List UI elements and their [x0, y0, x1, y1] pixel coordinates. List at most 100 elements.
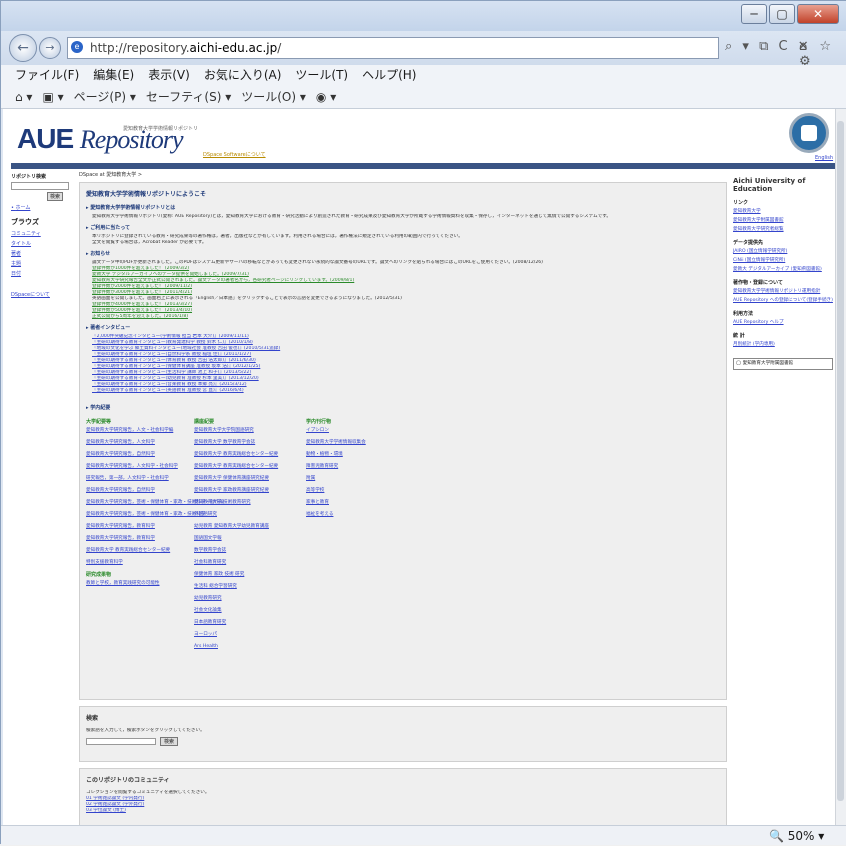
sidebar-home-link[interactable]: • ホーム	[11, 204, 73, 211]
about-text: 愛知教育大学学術情報リポジトリ(愛称: AUE Repository)とは，愛知…	[92, 214, 611, 219]
minimize-button[interactable]: ─	[741, 4, 767, 24]
bulletin-link[interactable]: 特別支援教育科学	[86, 560, 186, 566]
browser-window: ─ ▢ ✕ ← → http://repository.aichi-edu.ac…	[0, 0, 846, 846]
menu-item[interactable]: ヘルプ(H)	[362, 65, 416, 85]
interview-link[interactable]: 『主研の期待する教育インタビュー(英語教育 准教授 宮 直)』(2016/6/4…	[92, 388, 720, 394]
back-button[interactable]: ←	[9, 34, 37, 62]
browse-link[interactable]: コミュニティ	[11, 230, 73, 237]
bulletin-link[interactable]: 高等学校	[306, 488, 406, 494]
about-dspace-link[interactable]: DSpaceについて	[11, 291, 73, 298]
search-input[interactable]	[86, 738, 156, 745]
bulletin-link[interactable]: 愛知教育大学 家政教育講座研究紀要	[194, 488, 294, 494]
menu-item[interactable]: 編集(E)	[93, 65, 134, 85]
search-hint: 検索語を入力して，検索ボタンをクリックしてください。	[86, 728, 205, 733]
bulletin-link[interactable]: 愛知教育大学研究報告，自然科学	[86, 452, 186, 458]
bulletin-link[interactable]: 動物・植物・環境	[306, 452, 406, 458]
bulletin-link[interactable]: ヨーロッパ	[194, 632, 294, 638]
bulletin-link[interactable]: 愛知教育大学研究報告，芸術・保健体育・家政・技術科学・創作編	[86, 500, 224, 506]
close-button[interactable]: ✕	[797, 4, 839, 24]
browse-link[interactable]: タイトル	[11, 240, 73, 247]
bulletin-link[interactable]: 教師と学校，教育実践研究の可能性	[86, 581, 186, 587]
bulletin-link[interactable]: 愛知教育大学 教育実践総合センター紀要	[86, 548, 186, 554]
news-item[interactable]: 正式公開から5周年を迎えました。(2016/1/8)	[92, 314, 720, 320]
bulletin-link[interactable]: 研究報告，第一部，人文科学・社会科学	[86, 476, 186, 482]
bulletin-link[interactable]: 愛知教育大学 技術教育研究	[194, 500, 294, 506]
browse-link[interactable]: 日付	[11, 270, 73, 277]
sidebar-link[interactable]: AUE Repository ヘルプ	[733, 320, 833, 326]
bulletin-link[interactable]: 社会文化論集	[194, 608, 294, 614]
links-heading: リンク	[733, 200, 749, 206]
logo-aue: AUE	[17, 123, 74, 154]
menu-item[interactable]: お気に入り(A)	[204, 65, 282, 85]
dspace-link[interactable]: DSpace Softwareについて	[203, 151, 266, 158]
bulletin-link[interactable]: 愛知教育大学 教育実践総合センター紀要	[194, 464, 294, 470]
bulletin-link[interactable]: 数学教育学会誌	[194, 548, 294, 554]
address-bar[interactable]: http://repository.aichi-edu.ac.jp/	[67, 37, 719, 59]
menu-item[interactable]: ファイル(F)	[15, 65, 79, 85]
sidebar-link[interactable]: 愛知教育大学研究者総覧	[733, 227, 833, 233]
menu-item[interactable]: 表示(V)	[148, 65, 190, 85]
maximize-button[interactable]: ▢	[769, 4, 795, 24]
sidebar-link[interactable]: AUE Repository への登録について(登録手続き)	[733, 298, 833, 304]
sidebar-link[interactable]: JAIRO (国立情報学研究所)	[733, 249, 833, 255]
breadcrumb[interactable]: DSpace at 愛知教育大学 >	[79, 171, 727, 178]
sidebar-link[interactable]: 愛教大 デジタルアーカイブ (愛知県図書館)	[733, 267, 833, 273]
section-interviews: ▸ 著者インタビュー	[86, 325, 131, 331]
bulletin-link[interactable]: 愛知教育大学研究報告，芸術・保健体育・家政・技術科学	[86, 512, 205, 518]
url-host: aichi-edu.ac.jp	[189, 41, 278, 55]
library-logo[interactable]: ◯ 愛知教育大学附属図書館	[733, 358, 833, 370]
bulletin-link[interactable]: 外国語研究	[194, 512, 294, 518]
bulletin-link[interactable]: 愛知教育大学 保健体育講座研究紀要	[194, 476, 294, 482]
bulletin-link[interactable]: 保健体育 家政 技術 研究	[194, 572, 294, 578]
bulletin-link[interactable]: 愛知教育大学研究報告，人文科学・社会科学	[86, 464, 186, 470]
command-item[interactable]: セーフティ(S) ▾	[146, 90, 231, 104]
sidebar-link[interactable]: 愛知教育大学	[733, 209, 833, 215]
bulletin-link[interactable]: 愛知教育大学大学院国語研究	[194, 428, 294, 434]
sidebar-link[interactable]: CiNii (国立情報学研究所)	[733, 258, 833, 264]
bulletin-link[interactable]: 愛知教育大学研究報告，自然科学	[86, 488, 186, 494]
scrollbar-thumb[interactable]	[837, 121, 844, 801]
bulletin-link[interactable]: 障害児教育研究	[306, 464, 406, 470]
bulletin-link[interactable]: 愛知教育大学研究報告，人文科学	[86, 440, 186, 446]
bulletin-link[interactable]: 愛知教育大学 教育実践総合センター紀要	[194, 452, 294, 458]
bulletin-link[interactable]: 社会科教育研究	[194, 560, 294, 566]
sidebar-search-input[interactable]	[11, 182, 69, 190]
communities-title: このリポジトリのコミュニティ	[86, 777, 170, 784]
bulletin-link[interactable]: 日本語教育研究	[194, 620, 294, 626]
english-link[interactable]: English	[815, 155, 833, 161]
bulletin-link[interactable]: 附属	[306, 476, 406, 482]
command-item[interactable]: ◉ ▾	[316, 90, 336, 104]
manual-heading: 利用方法	[733, 311, 754, 317]
bulletin-link[interactable]: 愛知教育大学 数学教育学会誌	[194, 440, 294, 446]
bulletin-link[interactable]: 国語国文学報	[194, 536, 294, 542]
bulletin-link[interactable]: 幼児教育研究	[194, 596, 294, 602]
forward-button[interactable]: →	[39, 37, 61, 59]
sidebar-search-button[interactable]: 検索	[47, 192, 64, 201]
interview-list: 『2,000件突破記念インタビュー(学術情報 担当 岩本 大介)』(2009/1…	[86, 334, 720, 394]
zoom-level[interactable]: 🔍 50% ▾	[769, 826, 824, 846]
bulletin-column-1: 大学紀要等 愛知教育大学研究報告，人文・社会科学編 愛知教育大学研究報告，人文科学愛…	[86, 419, 224, 593]
bulletin-link[interactable]: 幼児教育 愛知教育大学幼児教育講座	[194, 524, 294, 530]
bulletin-link[interactable]: イプシロン	[306, 428, 406, 434]
bulletin-link[interactable]: 愛知教育大学研究報告，教育科学	[86, 524, 186, 530]
sidebar-link[interactable]: 月別統計 (学内専用)	[733, 342, 833, 348]
bulletin-link[interactable]: Ars Health	[194, 644, 294, 650]
bulletin-link[interactable]: 愛知教育大学研究報告，教育科学	[86, 536, 186, 542]
command-item[interactable]: ⌂ ▾	[15, 90, 32, 104]
bulletin-link[interactable]: 愛知教育大学研究報告，人文・社会科学編	[86, 428, 186, 434]
browse-link[interactable]: 著者	[11, 250, 73, 257]
bulletin-link[interactable]: 家事と教育	[306, 500, 406, 506]
menu-item[interactable]: ツール(T)	[295, 65, 348, 85]
search-button[interactable]: 検索	[160, 737, 179, 746]
sidebar-link[interactable]: 愛知教育大学附属図書館	[733, 218, 833, 224]
command-item[interactable]: ツール(O) ▾	[241, 90, 306, 104]
command-item[interactable]: ▣ ▾	[42, 90, 63, 104]
community-link[interactable]: 03 学位論文 (博士)	[86, 808, 720, 814]
bulletin-link[interactable]: 福祉を考える	[306, 512, 406, 518]
section-usage: ▸ ご利用に当たって	[86, 225, 131, 231]
bulletin-link[interactable]: 生活科 総合学習研究	[194, 584, 294, 590]
browse-link[interactable]: 主題	[11, 260, 73, 267]
bulletin-link[interactable]: 愛知教育大学学術情報収集会	[306, 440, 406, 446]
sidebar-link[interactable]: 愛知教育大学学術情報リポジトリ運用指針	[733, 289, 833, 295]
command-item[interactable]: ページ(P) ▾	[74, 90, 136, 104]
